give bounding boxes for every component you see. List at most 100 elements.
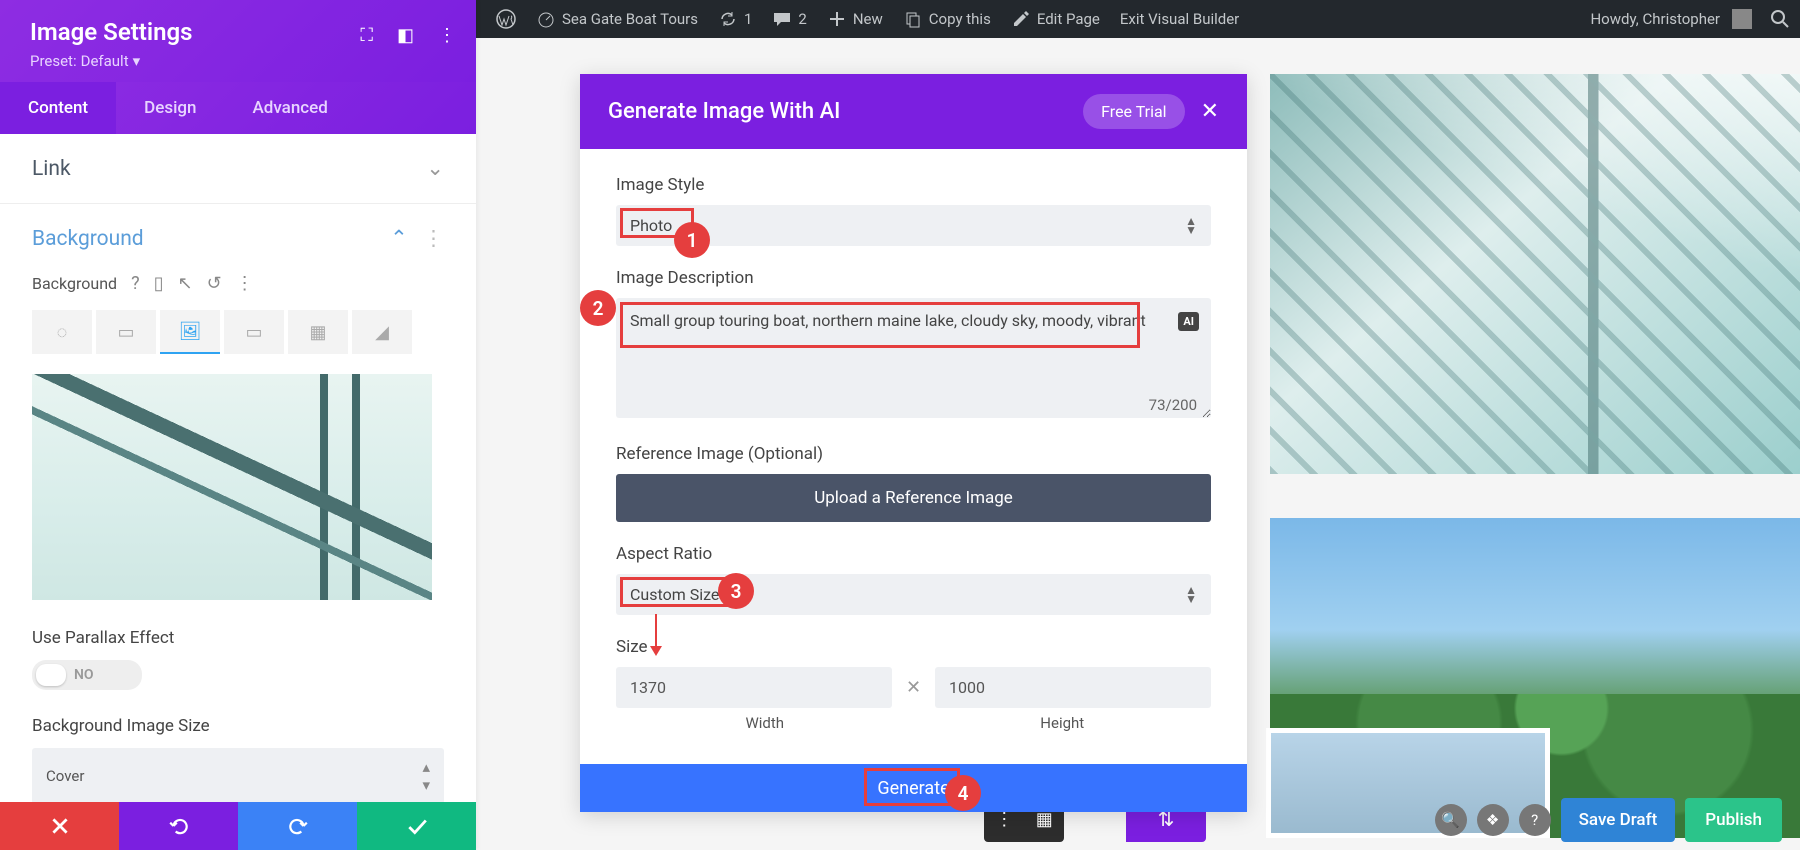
help-icon[interactable]: ? <box>131 273 140 294</box>
gauge-icon <box>536 9 556 29</box>
copy-link[interactable]: Copy this <box>893 0 1001 38</box>
comments-count: 2 <box>798 10 806 28</box>
plus-icon <box>827 9 847 29</box>
columns-icon[interactable]: ◧ <box>397 25 414 46</box>
help-icon[interactable]: ? <box>1519 804 1551 836</box>
preset-selector[interactable]: Preset: Default ▾ <box>30 52 446 70</box>
comments-link[interactable]: 2 <box>762 0 816 38</box>
parallax-toggle[interactable]: NO <box>32 660 142 690</box>
bg-type-gradient[interactable]: ▭ <box>96 310 156 354</box>
ai-assist-button[interactable]: AI <box>1178 312 1199 331</box>
tab-advanced[interactable]: Advanced <box>225 82 356 134</box>
new-link[interactable]: New <box>817 0 893 38</box>
annotation-arrow <box>655 614 657 654</box>
site-name-link[interactable]: Sea Gate Boat Tours <box>526 0 708 38</box>
aspect-ratio-value: Custom Size <box>630 585 719 604</box>
greeting-label: Howdy, Christopher <box>1590 10 1720 28</box>
section-background[interactable]: Background ⌃ ⋮ <box>0 204 476 273</box>
size-label: Size <box>616 637 1211 657</box>
chevron-up-icon: ⌃ <box>390 227 408 251</box>
select-caret-icon: ▴▾ <box>422 758 430 794</box>
toggle-knob <box>36 664 66 686</box>
avatar-icon <box>1732 9 1752 29</box>
edit-page-link[interactable]: Edit Page <box>1001 0 1110 38</box>
multiply-icon: ✕ <box>906 677 921 698</box>
cancel-button[interactable] <box>0 802 119 850</box>
copy-label: Copy this <box>929 10 991 28</box>
bg-type-image[interactable]: 🖼 <box>160 310 220 354</box>
aspect-ratio-select[interactable]: Custom Size ▲▼ <box>616 574 1211 615</box>
bg-type-color[interactable]: ◌ <box>32 310 92 354</box>
bg-size-select[interactable]: Cover ▴▾ <box>32 748 444 802</box>
undo-button[interactable] <box>119 802 238 850</box>
mobile-icon[interactable]: ▯ <box>154 273 164 294</box>
caret-down-icon: ▾ <box>133 52 141 70</box>
copy-icon <box>903 9 923 29</box>
image-desc-textarea[interactable] <box>616 298 1211 418</box>
publish-toolbar: 🔍 ❖ ? Save Draft Publish <box>1435 798 1782 842</box>
redo-button[interactable] <box>238 802 357 850</box>
tab-content[interactable]: Content <box>0 82 116 134</box>
free-trial-badge[interactable]: Free Trial <box>1083 94 1184 129</box>
kebab-icon[interactable]: ⋮ <box>236 273 254 294</box>
preset-value: Default <box>81 52 129 70</box>
width-input[interactable]: 1370 <box>616 667 892 708</box>
search-icon[interactable] <box>1770 9 1790 29</box>
annotation-badge-4: 4 <box>945 775 981 811</box>
tab-design[interactable]: Design <box>116 82 224 134</box>
bg-type-pattern[interactable]: ▦ <box>288 310 348 354</box>
bg-size-value: Cover <box>46 767 84 785</box>
annotation-badge-2: 2 <box>580 290 616 326</box>
background-label: Background <box>32 274 117 293</box>
height-caption: Height <box>914 714 1212 732</box>
ai-modal-header: Generate Image With AI Free Trial ✕ <box>580 74 1247 149</box>
background-preview[interactable] <box>32 374 432 600</box>
edit-page-label: Edit Page <box>1037 10 1100 28</box>
char-count: 73/200 <box>1149 396 1197 414</box>
reset-icon[interactable]: ↺ <box>207 273 222 294</box>
updates-count: 1 <box>744 10 752 28</box>
width-caption: Width <box>616 714 914 732</box>
height-input[interactable]: 1000 <box>935 667 1211 708</box>
layers-icon[interactable]: ❖ <box>1477 804 1509 836</box>
new-label: New <box>853 10 883 28</box>
select-caret-icon: ▲▼ <box>1185 217 1197 234</box>
close-icon[interactable]: ✕ <box>1201 99 1219 124</box>
image-settings-panel: Image Settings Preset: Default ▾ ⛶ ◧ ⋮ C… <box>0 0 476 850</box>
preset-label: Preset: <box>30 52 77 70</box>
generate-button[interactable]: Generate <box>580 764 1247 812</box>
panel-bottom-actions <box>0 802 476 850</box>
focus-icon[interactable]: ⛶ <box>360 25 373 46</box>
hero-background-image <box>1270 74 1800 474</box>
zoom-icon[interactable]: 🔍 <box>1435 804 1467 836</box>
kebab-icon[interactable]: ⋮ <box>438 25 456 46</box>
greeting-link[interactable]: Howdy, Christopher <box>1580 0 1762 38</box>
comment-icon <box>772 9 792 29</box>
panel-header: Image Settings Preset: Default ▾ ⛶ ◧ ⋮ <box>0 0 476 82</box>
updates-link[interactable]: 1 <box>708 0 762 38</box>
exit-vb-link[interactable]: Exit Visual Builder <box>1110 0 1249 38</box>
parallax-label: Use Parallax Effect <box>32 628 444 648</box>
reference-image-label: Reference Image (Optional) <box>616 444 1211 464</box>
select-caret-icon: ▲▼ <box>1185 586 1197 603</box>
wp-admin-bar: Sea Gate Boat Tours 1 2 New Copy this Ed… <box>476 0 1800 38</box>
wp-logo[interactable] <box>486 0 526 38</box>
kebab-icon[interactable]: ⋮ <box>423 227 444 251</box>
upload-reference-button[interactable]: Upload a Reference Image <box>616 474 1211 522</box>
bg-type-video[interactable]: ▭ <box>224 310 284 354</box>
save-draft-button[interactable]: Save Draft <box>1561 798 1676 842</box>
annotation-badge-1: 1 <box>674 222 710 258</box>
bg-type-mask[interactable]: ◢ <box>352 310 412 354</box>
bg-size-label: Background Image Size <box>32 716 444 736</box>
annotation-badge-3: 3 <box>718 573 754 609</box>
image-style-value: Photo <box>630 216 672 235</box>
section-link[interactable]: Link ⌄ <box>0 134 476 203</box>
exit-vb-label: Exit Visual Builder <box>1120 10 1239 28</box>
generate-image-ai-modal: Generate Image With AI Free Trial ✕ Imag… <box>580 74 1247 812</box>
ai-modal-title: Generate Image With AI <box>608 99 1083 124</box>
site-name-label: Sea Gate Boat Tours <box>562 10 698 28</box>
section-link-label: Link <box>32 157 71 181</box>
publish-button[interactable]: Publish <box>1685 798 1782 842</box>
save-button[interactable] <box>357 802 476 850</box>
cursor-icon[interactable]: ↖ <box>177 273 192 294</box>
